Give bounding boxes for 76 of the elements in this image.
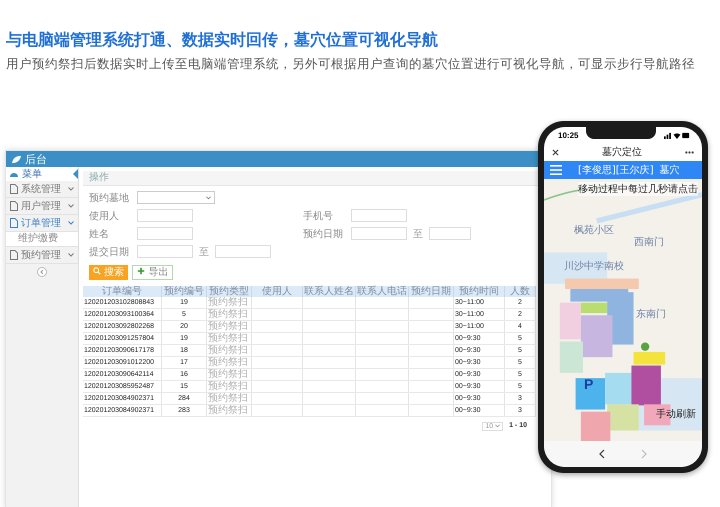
caret-icon (495, 424, 500, 428)
input-field[interactable] (215, 245, 271, 258)
phone-notch (586, 127, 656, 139)
caret-icon (206, 196, 211, 200)
dashboard-icon (9, 170, 19, 178)
column-header: 预约类型 (206, 286, 252, 297)
column-header: 订单编号 (83, 286, 162, 297)
forward-button[interactable] (641, 449, 647, 459)
table-cell: 预约祭扫 (206, 368, 252, 380)
column-header: 预约日期 (408, 286, 454, 297)
map-hint: 移动过程中每过几秒请点击 (578, 182, 698, 196)
chevron-down-icon (68, 221, 74, 225)
range-separator: 至 (199, 246, 209, 258)
table-cell: 预约祭扫 (206, 380, 252, 392)
subtitle: 用户预约祭扫后数据实时上传至电脑端管理系统，另外可根据用户查询的墓穴位置进行可视化导航，可显示步行导航路径 (6, 56, 696, 72)
chevron-down-icon (68, 253, 74, 257)
refresh-link[interactable]: 手动刷新 (656, 407, 696, 421)
range-separator: 至 (413, 228, 423, 240)
export-button[interactable]: 导出 (132, 264, 174, 280)
field-label: 提交日期 (89, 246, 130, 258)
field-label: 预约日期 (303, 228, 344, 240)
document-icon (10, 250, 18, 260)
input-field[interactable] (137, 209, 193, 222)
column-header: 预约编号 (162, 286, 206, 297)
field-label: 姓名 (89, 228, 110, 240)
leaf-icon (11, 154, 22, 164)
plus-icon (137, 266, 146, 274)
column-header: 联系人姓名 (302, 286, 356, 297)
input-field[interactable] (137, 245, 193, 258)
menu-label: 菜单 (22, 168, 42, 181)
admin-title: 后台 (25, 152, 47, 166)
search-icon (93, 266, 101, 274)
map-label: 东南门 (636, 308, 666, 321)
column-header: 联系人电话 (356, 286, 408, 297)
more-icon[interactable] (685, 150, 694, 154)
input-field[interactable] (351, 209, 407, 222)
table-cell: 预约祭扫 (206, 392, 252, 404)
grave-tag: 墓穴 (660, 163, 680, 177)
table-cell: 预约祭扫 (206, 344, 252, 356)
field-label: 使用人 (89, 210, 120, 222)
map-label: 川沙中学南校 (564, 260, 624, 273)
close-icon[interactable] (552, 148, 559, 156)
sidebar-item[interactable]: 系统管理 (6, 181, 78, 198)
grave-owner-names: [李俊思][王尔庆] (578, 164, 654, 177)
column-header: 预约时间 (454, 286, 504, 297)
chevron-down-icon (68, 204, 74, 208)
sidebar-item[interactable]: 用户管理 (6, 198, 78, 215)
table-cell: 预约祭扫 (206, 320, 252, 332)
table-cell: 预约祭扫 (206, 404, 252, 416)
collapse-button[interactable] (37, 267, 47, 277)
search-button[interactable]: 搜索 (89, 264, 128, 280)
table-cell: 预约祭扫 (206, 332, 252, 344)
input-field[interactable] (429, 227, 471, 240)
menu-icon[interactable] (550, 165, 562, 175)
sidebar-item[interactable]: 预约管理 (6, 247, 78, 264)
field-label: 手机号 (303, 210, 334, 222)
map-label: 西南门 (634, 236, 664, 249)
field-label: 预约墓地 (89, 192, 130, 204)
table-cell: 预约祭扫 (206, 308, 252, 320)
headline: 与电脑端管理系统打通、数据实时回传，墓穴位置可视化导航 (5, 29, 439, 50)
table-cell: 预约祭扫 (206, 356, 252, 368)
parking-sign: P (584, 377, 594, 391)
panel-title: 操作 (89, 172, 109, 183)
page-title: 墓穴定位 (602, 146, 642, 159)
column-header: 使用人 (252, 286, 302, 297)
input-field[interactable] (137, 227, 193, 240)
map-label: 枫苑小区 (574, 224, 614, 237)
input-field[interactable] (351, 227, 407, 240)
status-icons (664, 132, 690, 138)
back-button[interactable] (599, 449, 605, 459)
table-cell: 预约祭扫 (206, 297, 252, 308)
select-field[interactable] (137, 191, 215, 204)
status-time: 10:25 (558, 130, 578, 140)
sidebar-subitem[interactable]: 维护缴费 (6, 232, 78, 247)
chevron-down-icon (68, 187, 74, 191)
column-header: 人数 (504, 286, 536, 297)
